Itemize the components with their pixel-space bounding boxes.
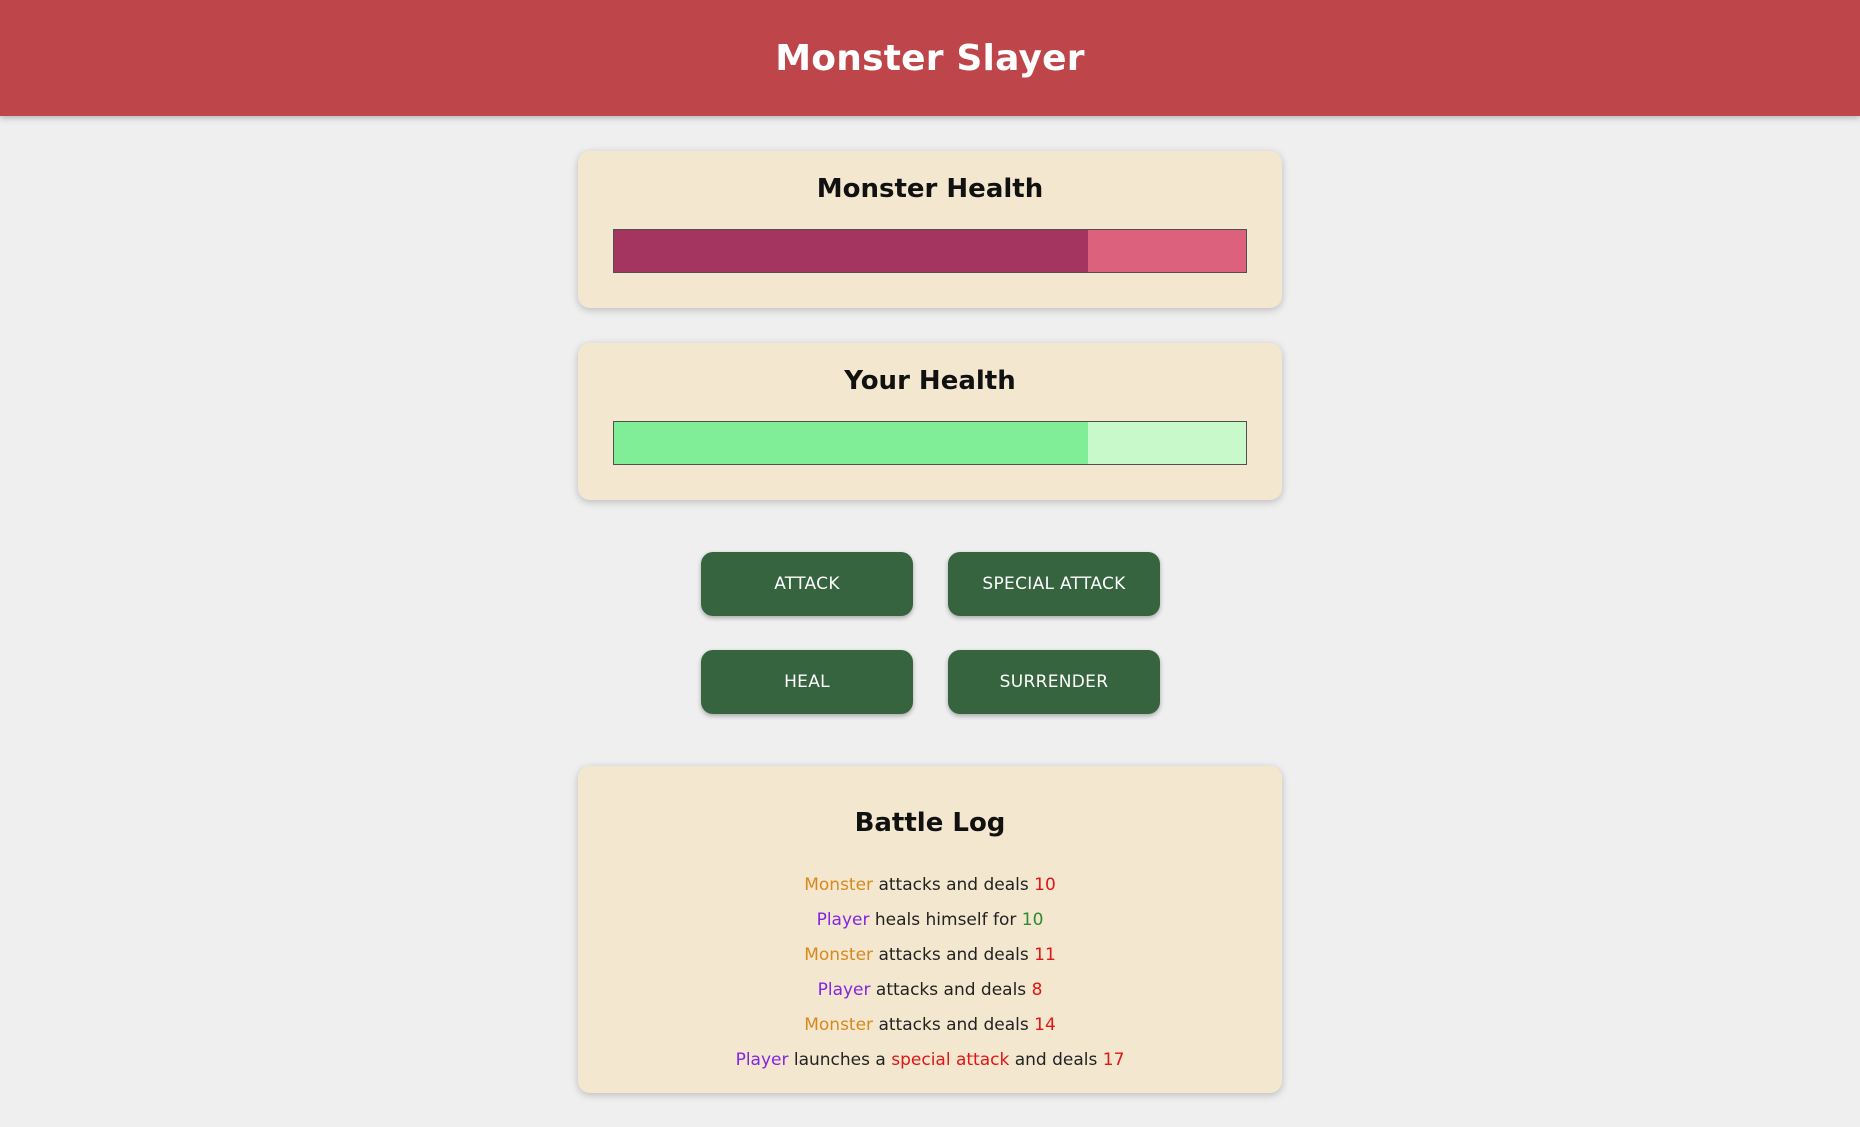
attack-button[interactable]: ATTACK (701, 552, 913, 616)
monster-health-title: Monster Health (816, 174, 1044, 204)
player-health-card: Your Health (578, 343, 1282, 500)
log-text: attacks and deals (873, 875, 1035, 895)
heal-button[interactable]: HEAL (701, 650, 913, 714)
player-health-bar (613, 421, 1247, 465)
log-value: 10 (1034, 875, 1056, 895)
log-entry: Monster attacks and deals 10 (578, 868, 1282, 903)
log-value: special attack (891, 1050, 1010, 1070)
log-text: heals himself for (869, 910, 1022, 930)
log-actor: Monster (804, 875, 874, 895)
battle-log-title: Battle Log (854, 808, 1006, 838)
battle-log-card: Battle Log Monster attacks and deals 10 P… (578, 766, 1282, 1093)
player-health-title: Your Health (844, 366, 1016, 396)
log-text: launches a (788, 1050, 892, 1070)
log-entry: Player launches a special attack and dea… (578, 1043, 1282, 1078)
log-value: 8 (1031, 980, 1043, 1000)
log-entry: Player attacks and deals 8 (578, 973, 1282, 1008)
log-actor: Monster (804, 1015, 874, 1035)
monster-health-bar (613, 229, 1247, 273)
log-entry: Player heals himself for 10 (578, 903, 1282, 938)
monster-health-fill (614, 230, 1088, 272)
log-value: 11 (1034, 945, 1056, 965)
player-health-fill (614, 422, 1088, 464)
log-actor: Player (735, 1050, 789, 1070)
app-title: Monster Slayer (775, 37, 1085, 79)
log-entry: Monster attacks and deals 14 (578, 1008, 1282, 1043)
log-actor: Player (817, 980, 871, 1000)
log-value: 10 (1021, 910, 1044, 930)
battle-log-list: Monster attacks and deals 10 Player heals… (578, 868, 1282, 1078)
special-attack-button[interactable]: SPECIAL ATTACK (948, 552, 1160, 616)
log-text: and deals (1009, 1050, 1103, 1070)
monster-health-card: Monster Health (578, 151, 1282, 308)
log-text: attacks and deals (873, 945, 1035, 965)
log-value: 17 (1102, 1050, 1125, 1070)
log-entry: Monster attacks and deals 11 (578, 938, 1282, 973)
log-text: attacks and deals (873, 1015, 1035, 1035)
log-actor: Player (816, 910, 870, 930)
app-header: Monster Slayer (0, 0, 1860, 116)
log-value: 14 (1034, 1015, 1056, 1035)
surrender-button[interactable]: SURRENDER (948, 650, 1160, 714)
log-actor: Monster (804, 945, 874, 965)
log-text: attacks and deals (870, 980, 1032, 1000)
